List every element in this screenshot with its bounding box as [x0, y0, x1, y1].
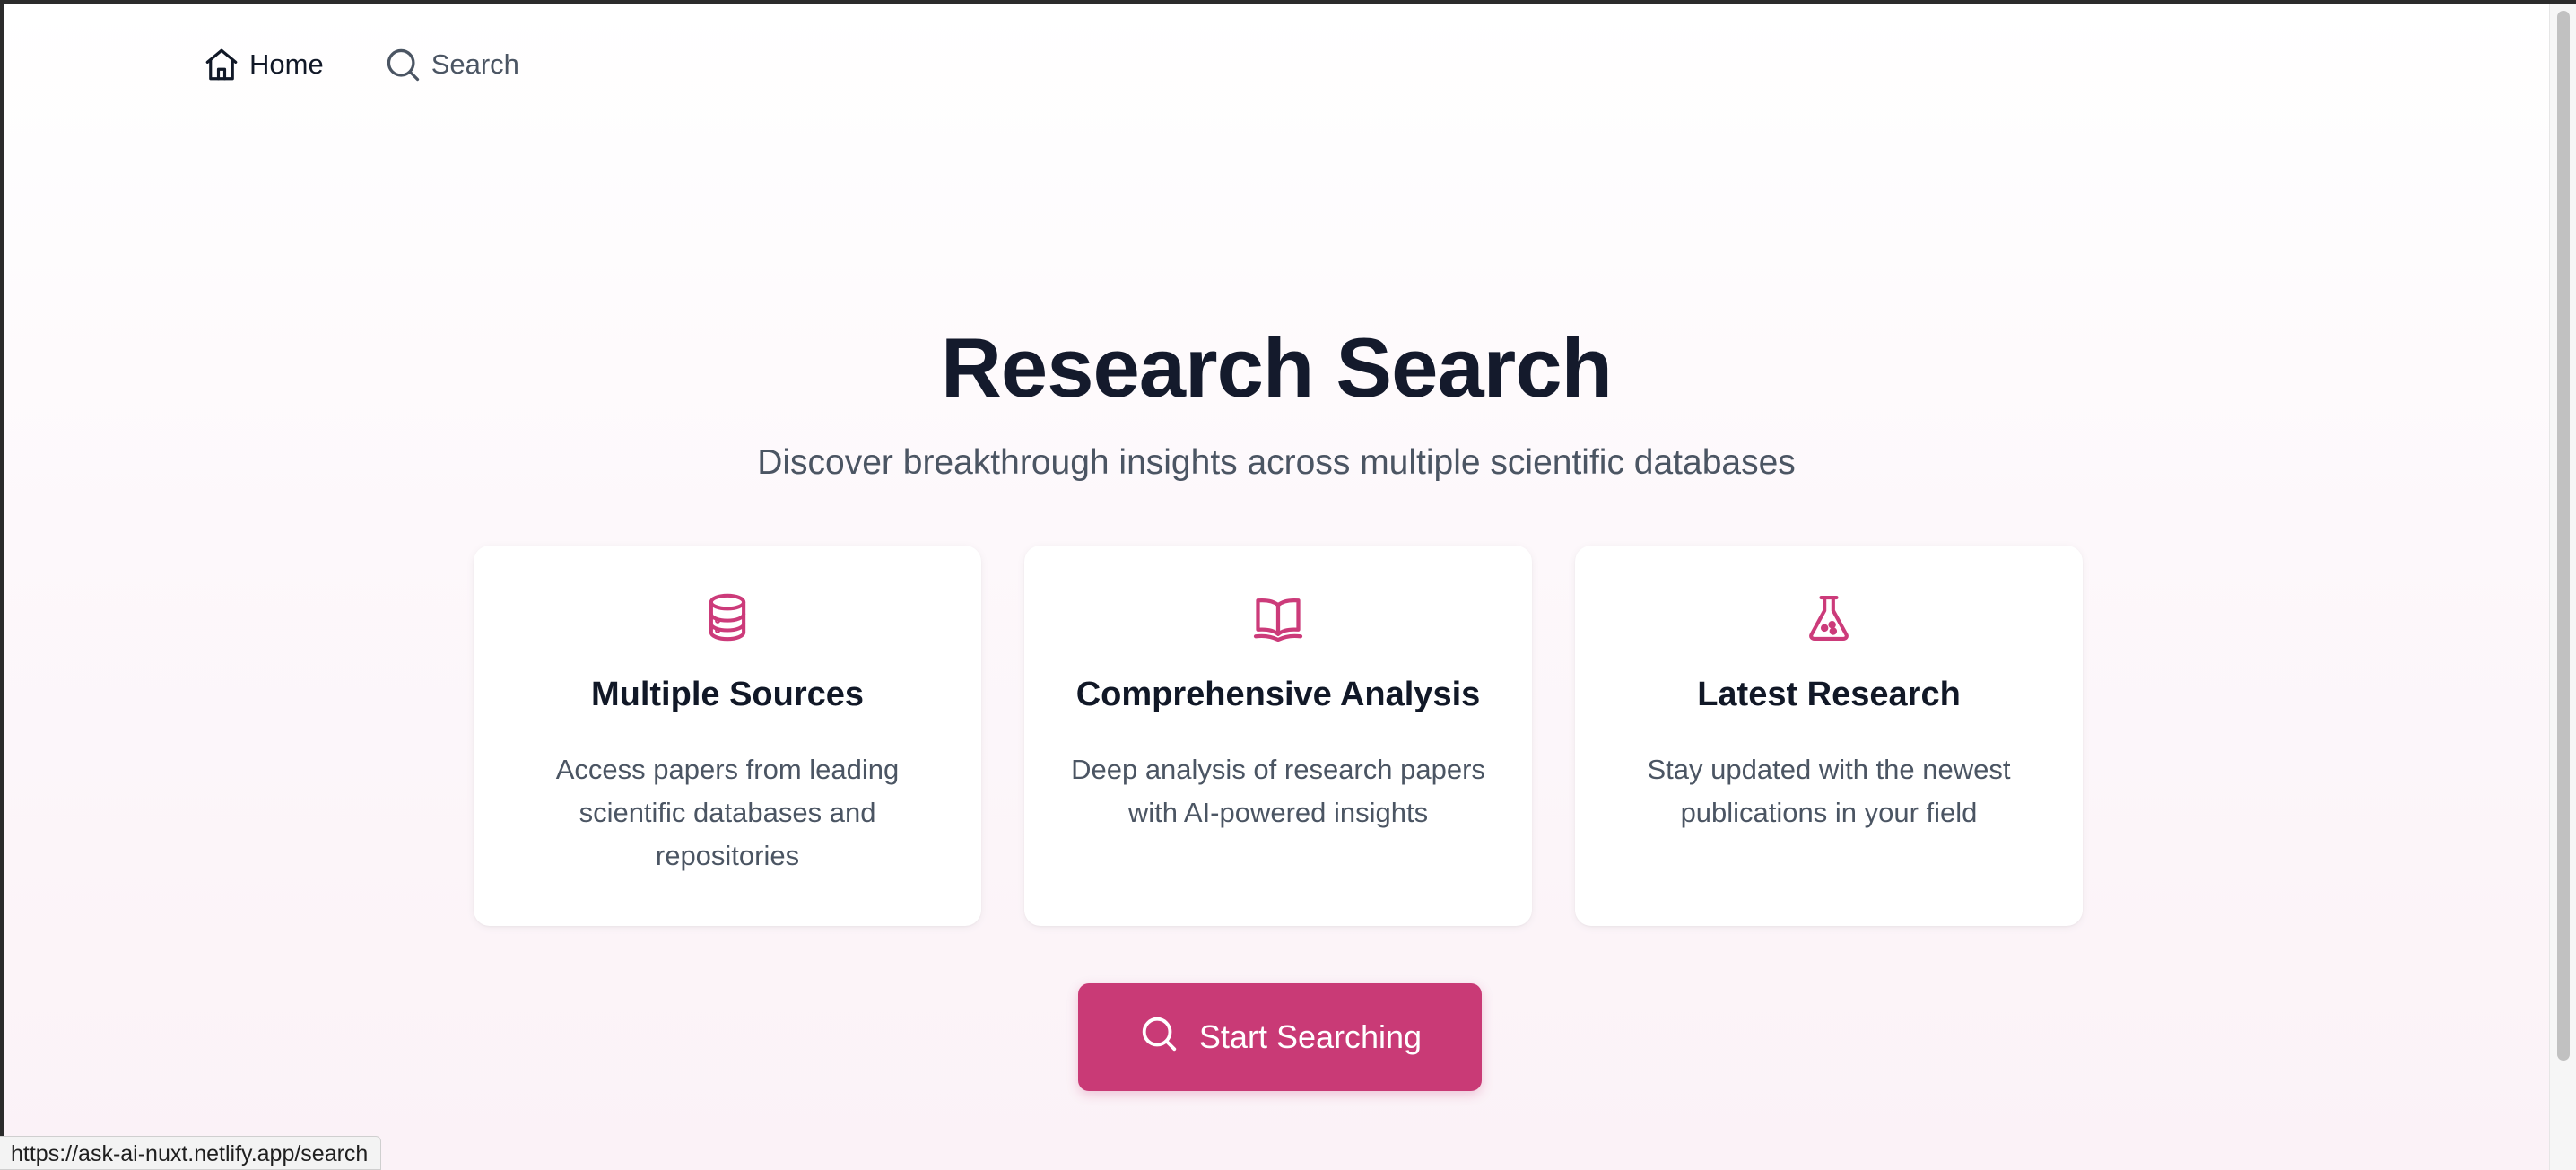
- start-searching-label: Start Searching: [1198, 1018, 1423, 1055]
- nav-home-label: Home: [249, 48, 324, 80]
- start-searching-button[interactable]: Start Searching: [1078, 983, 1482, 1091]
- home-icon: [203, 46, 240, 83]
- feature-card-latest-research: Latest Research Stay updated with the ne…: [1575, 546, 2083, 926]
- feature-card-description: Deep analysis of research papers with AI…: [1071, 754, 1485, 828]
- feature-card-multiple-sources: Multiple Sources Access papers from lead…: [474, 546, 981, 926]
- feature-card-description: Access papers from leading scientific da…: [555, 754, 900, 871]
- nav-home-link[interactable]: Home: [203, 46, 324, 83]
- status-bar-url: https://ask-ai-nuxt.netlify.app/search: [0, 1136, 382, 1170]
- top-nav: Home Search: [203, 39, 519, 90]
- nav-search-link[interactable]: Search: [383, 45, 519, 84]
- nav-search-label: Search: [431, 48, 519, 80]
- feature-card-title: Multiple Sources: [590, 676, 865, 713]
- flask-icon: [1575, 590, 2083, 648]
- feature-cards: Multiple Sources Access papers from lead…: [474, 546, 2083, 926]
- page-scrollbar[interactable]: [2549, 4, 2576, 1170]
- search-icon: [383, 45, 422, 84]
- search-icon: [1138, 1013, 1179, 1062]
- page-subtitle: Discover breakthrough insights across mu…: [757, 443, 1796, 482]
- browser-viewport: Home Search Research Search Discover bre…: [4, 4, 2549, 1170]
- feature-card-title: Latest Research: [1697, 676, 1961, 713]
- scrollbar-thumb[interactable]: [2557, 11, 2570, 1061]
- database-icon: [474, 590, 981, 648]
- feature-card-description: Stay updated with the newest publication…: [1647, 754, 2011, 828]
- feature-card-title: Comprehensive Analysis: [1075, 676, 1481, 713]
- page-title: Research Search: [941, 320, 1613, 415]
- feature-card-comprehensive-analysis: Comprehensive Analysis Deep analysis of …: [1024, 546, 1532, 926]
- open-book-icon: [1024, 590, 1532, 648]
